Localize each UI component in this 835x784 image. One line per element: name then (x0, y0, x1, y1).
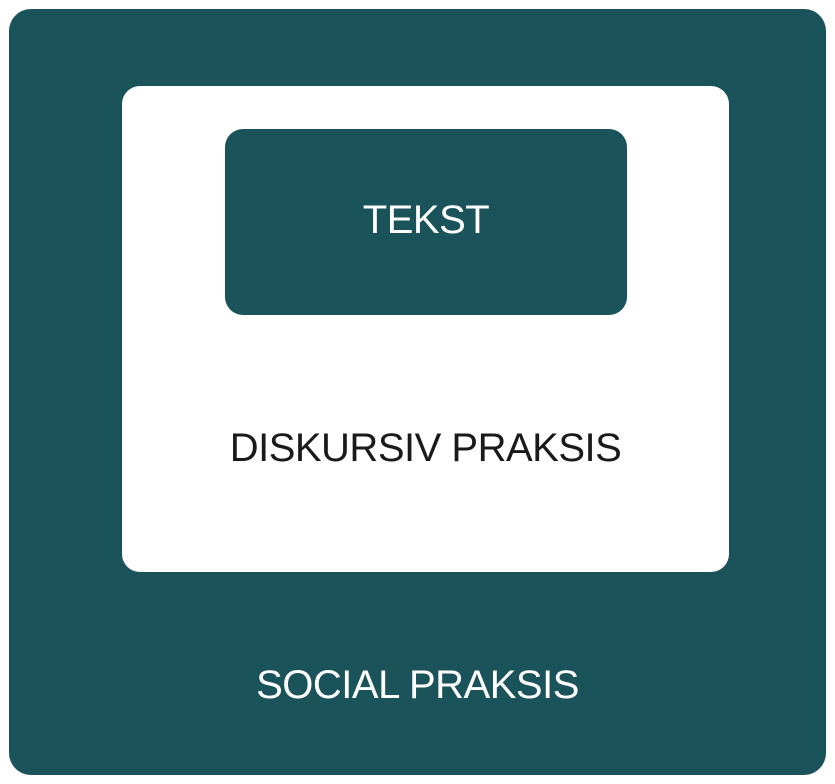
tekst-label: TEKST (362, 197, 490, 242)
diskursiv-praksis-label: DISKURSIV PRAKSIS (229, 426, 622, 470)
tekst-box: TEKST (225, 129, 627, 315)
social-praksis-box: TEKST DISKURSIV PRAKSIS SOCIAL PRAKSIS (9, 9, 826, 775)
social-praksis-label: SOCIAL PRAKSIS (256, 663, 579, 707)
diskursiv-praksis-box: TEKST DISKURSIV PRAKSIS (122, 86, 729, 572)
